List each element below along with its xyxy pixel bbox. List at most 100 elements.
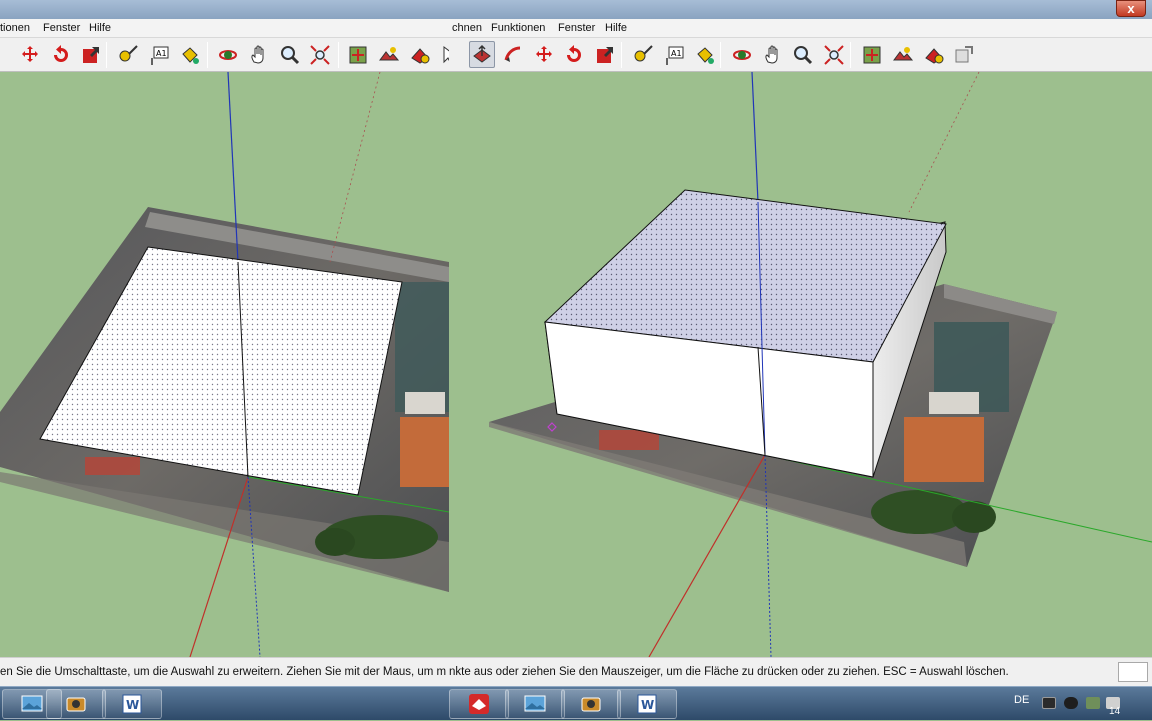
clock[interactable]: 14 [1109, 706, 1120, 717]
menu-item-fenster[interactable]: Fenster [43, 22, 80, 34]
orbit-icon [219, 49, 237, 60]
taskbar-item[interactable]: W [617, 689, 677, 719]
rotate-icon [567, 44, 581, 62]
toolbar-separator [720, 42, 721, 68]
photo-texture-tool-button[interactable] [921, 41, 947, 68]
get-location-tool-button[interactable] [345, 41, 371, 68]
rotate-tool-button[interactable] [561, 41, 587, 68]
photo-viewer-icon [21, 695, 43, 712]
rotate-icon [54, 44, 68, 62]
zoom-extents-tool-button[interactable] [307, 41, 333, 68]
paint-bucket-icon [182, 46, 199, 64]
language-indicator[interactable]: DE [1014, 694, 1029, 706]
follow-me-tool-button[interactable] [500, 41, 526, 68]
right-sketchup-window: x chnen Funktionen Fenster Hilfe A1 nkte… [449, 0, 1152, 686]
taskbar-item[interactable] [505, 689, 565, 719]
svg-text:A1: A1 [156, 49, 167, 58]
svg-text:A1: A1 [671, 49, 682, 58]
toolbar: A1 [0, 38, 449, 72]
zoom-extents-tool-button[interactable] [821, 41, 847, 68]
pan-tool-button[interactable] [760, 41, 786, 68]
word-icon: W [122, 694, 142, 714]
menu-item-zeichnen[interactable]: tionen [0, 22, 30, 34]
tape-measure-icon [634, 44, 653, 61]
toggle-terrain-tool-button[interactable] [890, 41, 916, 68]
title-bar: x [449, 0, 1152, 19]
zoom-tool-button[interactable] [790, 41, 816, 68]
network-icon[interactable] [1086, 697, 1100, 709]
tape-measure-tool-button[interactable] [115, 41, 141, 68]
paint-bucket-tool-button[interactable] [692, 41, 718, 68]
tray-app-icon[interactable] [1064, 697, 1078, 709]
text-tool-button[interactable]: A1 [661, 41, 687, 68]
text-tool-button[interactable]: A1 [146, 41, 172, 68]
move-tool-button[interactable] [17, 41, 43, 68]
photo-texture-icon [925, 47, 944, 64]
left-sketchup-window: tionen Fenster Hilfe A1 en Sie die Umsch… [0, 0, 449, 686]
push-pull-tool-button[interactable] [469, 41, 495, 68]
scale-icon [597, 46, 613, 63]
toolbar-separator [621, 42, 622, 68]
orbit-tool-button[interactable] [729, 41, 755, 68]
taskbar-item[interactable] [561, 689, 621, 719]
photo-texture-icon [411, 47, 430, 64]
scale-tool-button[interactable] [78, 41, 104, 68]
tray-app-icon[interactable] [1042, 697, 1056, 709]
svg-text:W: W [126, 698, 139, 712]
follow-me-icon [504, 46, 521, 62]
zoom-tool-button[interactable] [277, 41, 303, 68]
rotate-tool-button[interactable] [48, 41, 74, 68]
title-bar [0, 0, 449, 19]
menu-bar: chnen Funktionen Fenster Hilfe [449, 19, 1152, 38]
menu-item-funktionen[interactable]: Funktionen [491, 22, 545, 34]
zoom-extents-icon [824, 44, 844, 65]
move-tool-button[interactable] [531, 41, 557, 68]
zoom-icon [281, 45, 300, 64]
paint-bucket-tool-button[interactable] [177, 41, 203, 68]
measurements-input[interactable] [1118, 662, 1148, 682]
camera-app-icon [66, 697, 86, 712]
zoom-extents-icon [310, 44, 330, 65]
move-icon [22, 45, 38, 62]
zoom-icon [794, 45, 813, 64]
menu-item-hilfe[interactable]: Hilfe [89, 22, 111, 34]
menu-item-hilfe[interactable]: Hilfe [605, 22, 627, 34]
toolbar-separator [207, 42, 208, 68]
text-icon: A1 [151, 46, 169, 65]
system-tray: DE 14 [992, 687, 1152, 721]
paint-bucket-icon [697, 46, 714, 64]
taskbar-item[interactable] [449, 689, 509, 719]
toggle-terrain-icon [893, 46, 914, 60]
drawing-viewport[interactable] [449, 72, 1152, 657]
orbit-tool-button[interactable] [215, 41, 241, 68]
menu-bar: tionen Fenster Hilfe [0, 19, 449, 38]
toggle-terrain-icon [379, 46, 400, 60]
get-location-icon [863, 46, 881, 63]
tape-measure-tool-button[interactable] [630, 41, 656, 68]
toolbar: A1 [449, 38, 1152, 72]
status-bar: nkte aus oder ziehen Sie den Mauszeiger,… [449, 657, 1152, 686]
pan-tool-button[interactable] [246, 41, 272, 68]
get-location-tool-button[interactable] [859, 41, 885, 68]
sketchup-icon [469, 694, 489, 714]
taskbar-item[interactable] [46, 689, 106, 719]
select-tool-button[interactable] [437, 41, 449, 68]
drawing-viewport[interactable] [0, 72, 449, 657]
share-model-tool-button[interactable] [951, 41, 977, 68]
orbit-icon [733, 49, 751, 60]
toolbar-separator [106, 42, 107, 68]
word-icon: W [637, 694, 657, 714]
pan-icon [765, 45, 778, 64]
move-icon [536, 45, 552, 62]
toggle-terrain-tool-button[interactable] [376, 41, 402, 68]
get-location-icon [349, 46, 367, 63]
share-model-icon [955, 45, 973, 62]
taskbar-item[interactable]: W [102, 689, 162, 719]
close-button[interactable]: x [1116, 0, 1146, 17]
menu-item-zeichnen[interactable]: chnen [452, 22, 482, 34]
menu-item-fenster[interactable]: Fenster [558, 22, 595, 34]
status-bar: en Sie die Umschalttaste, um die Auswahl… [0, 657, 449, 686]
photo-texture-tool-button[interactable] [407, 41, 433, 68]
camera-app-icon [581, 697, 601, 712]
scale-tool-button[interactable] [592, 41, 618, 68]
